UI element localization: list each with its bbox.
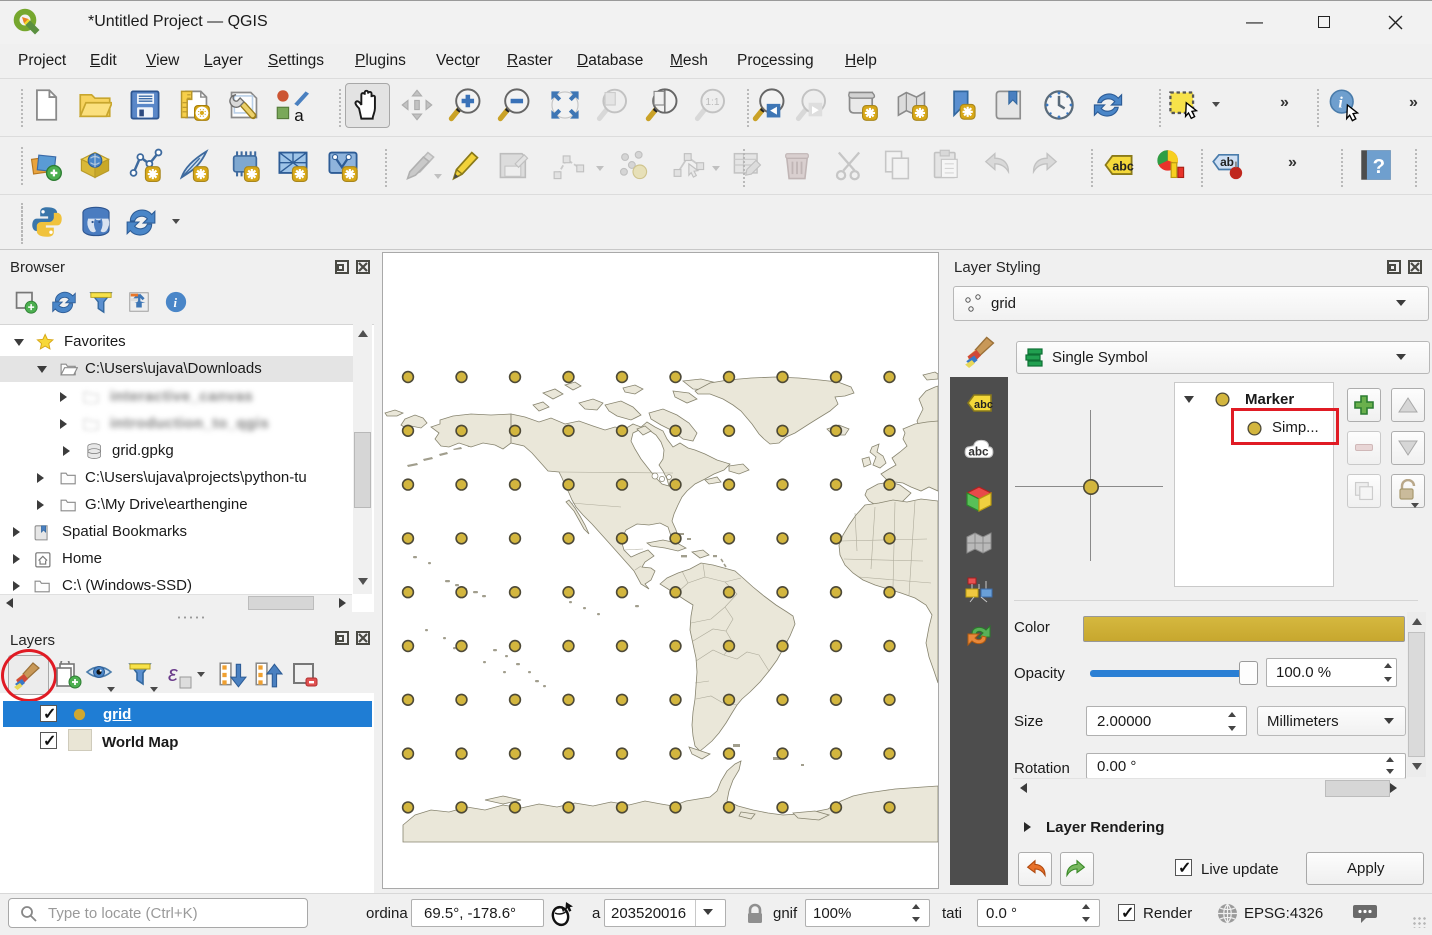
svg-text:?: ? <box>1373 156 1385 178</box>
svg-text:i: i <box>173 296 177 310</box>
svg-text:abc: abc <box>968 445 989 458</box>
svg-text:1:1: 1:1 <box>705 97 719 108</box>
svg-text:abc: abc <box>974 399 993 411</box>
svg-text:abc: abc <box>1112 160 1134 174</box>
svg-text:ab: ab <box>1220 155 1234 169</box>
svg-text:a: a <box>294 106 304 122</box>
svg-text:i: i <box>1338 94 1343 111</box>
